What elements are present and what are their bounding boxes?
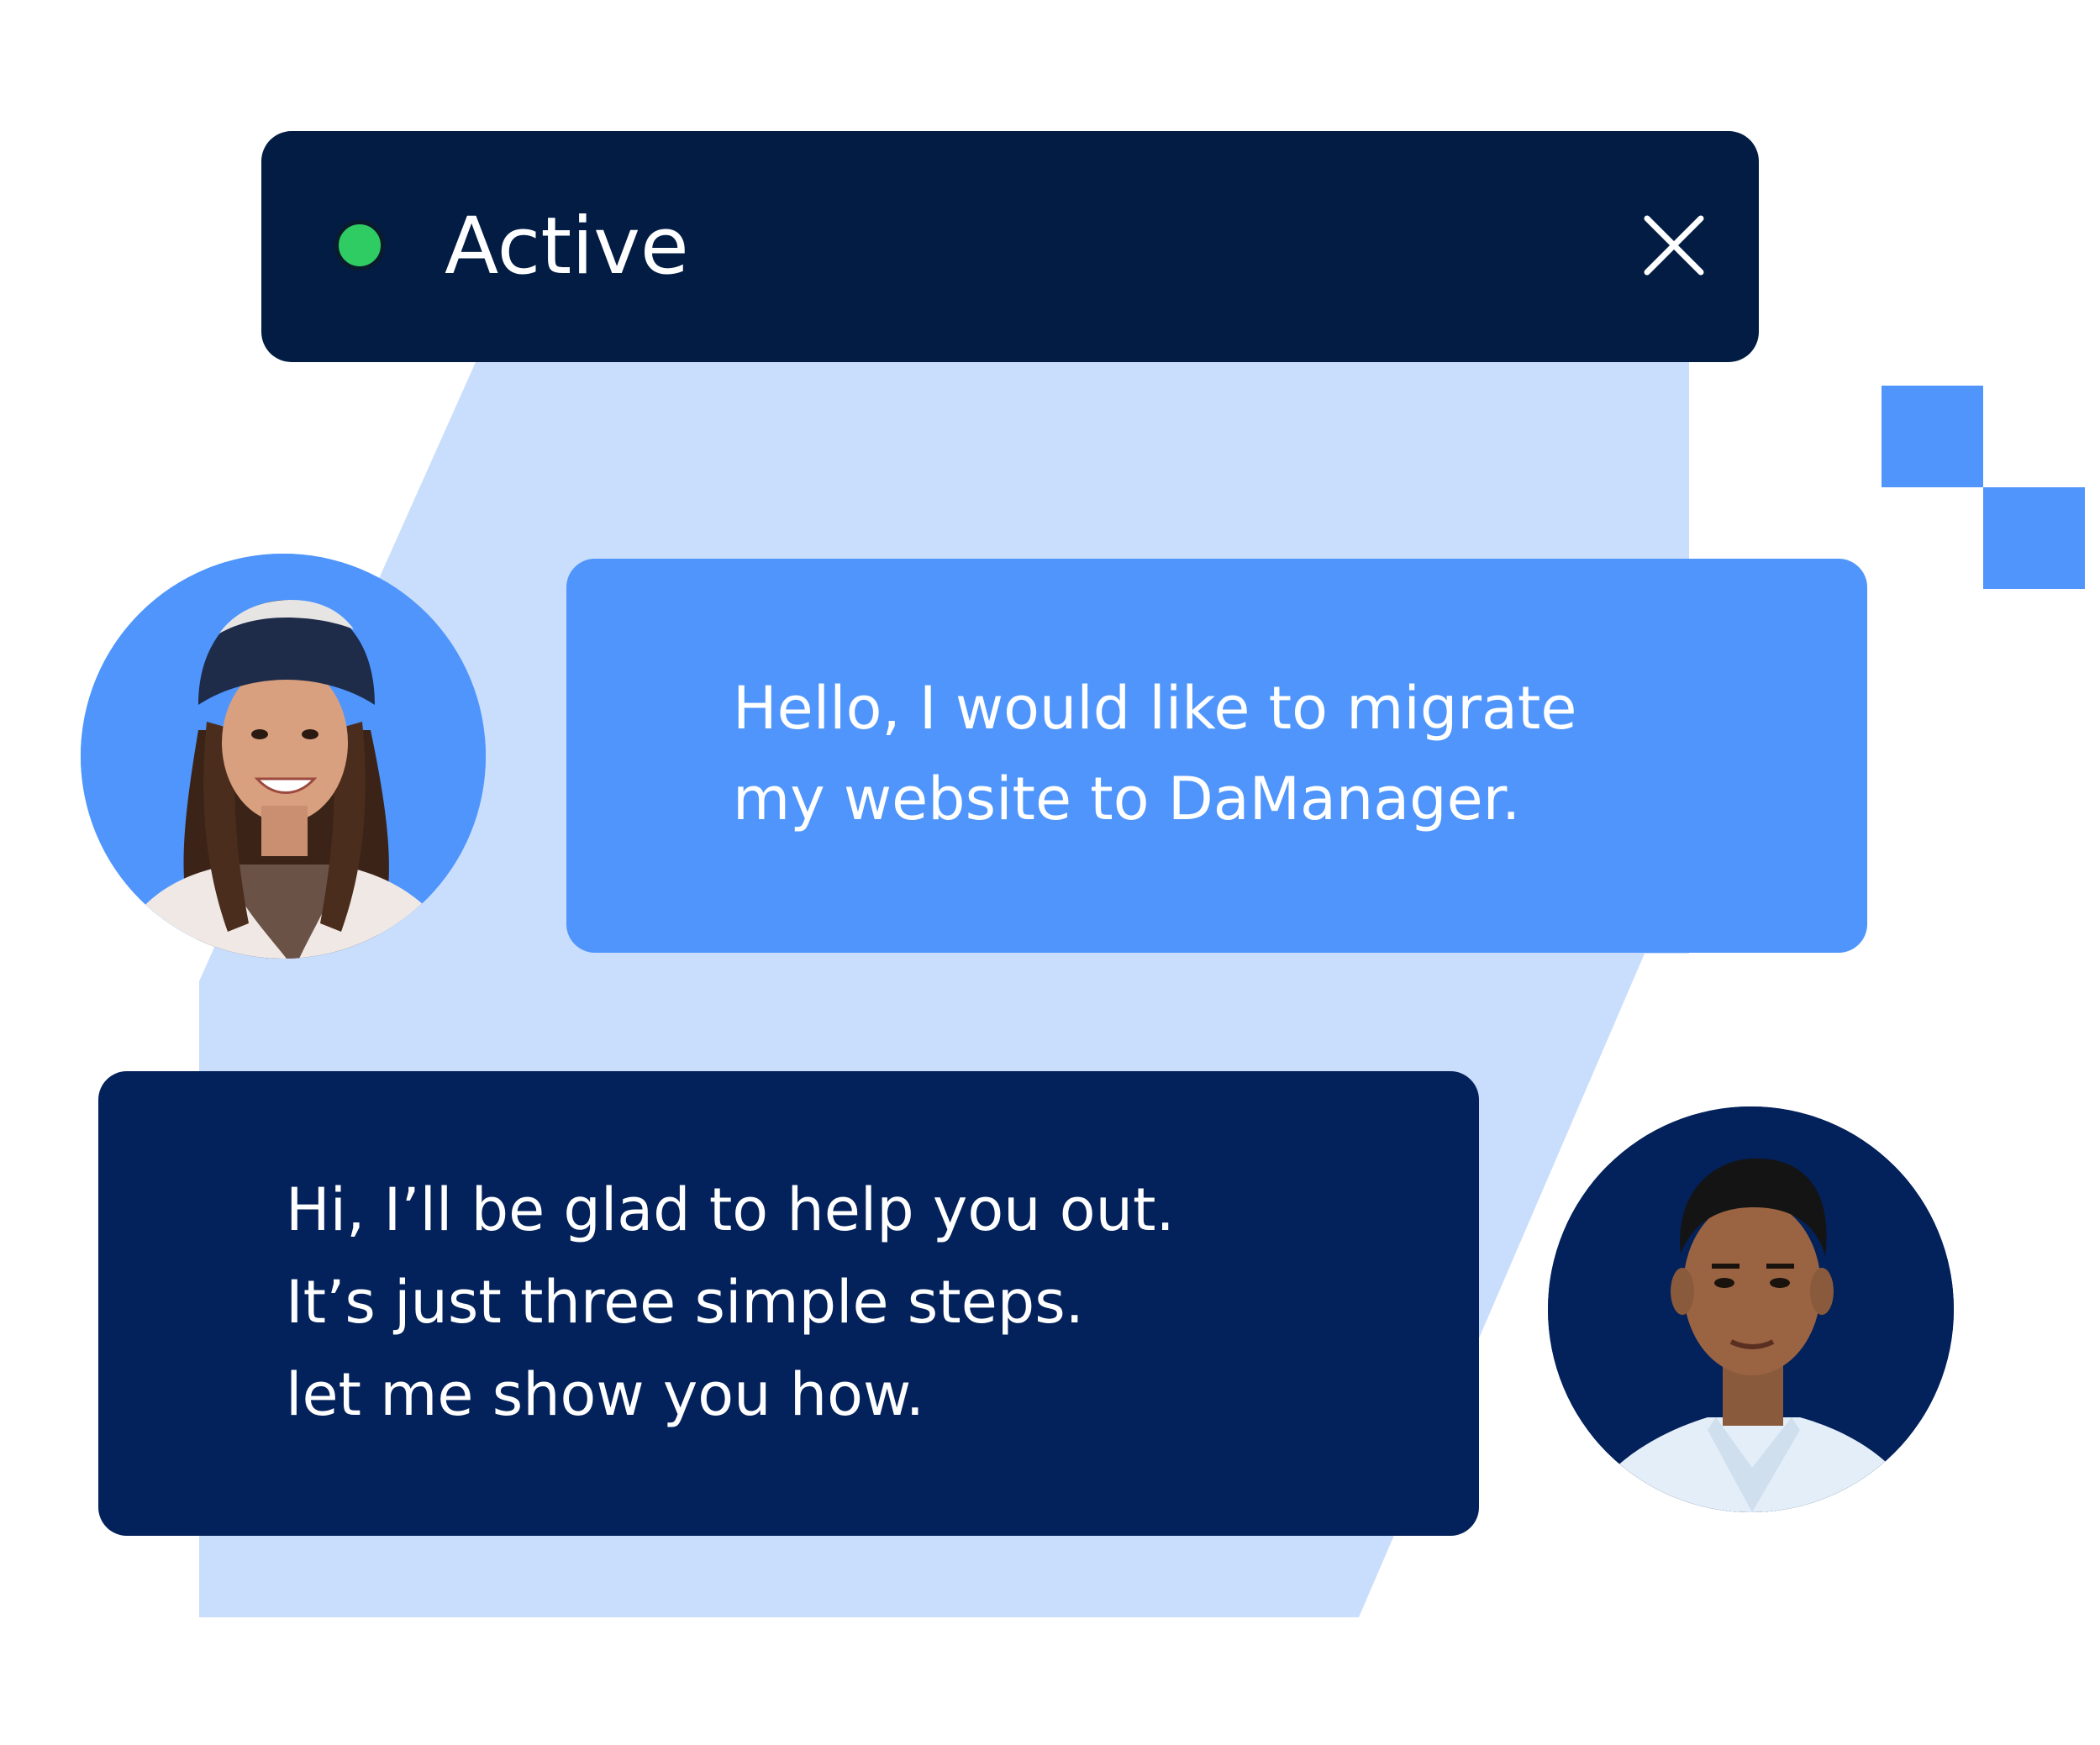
user-message-text: Hello, I would like to migrate my websit… xyxy=(733,663,1576,844)
chat-header: Active xyxy=(261,131,1759,362)
status-dot-icon xyxy=(334,220,385,271)
decorative-pixel xyxy=(1983,487,2085,589)
close-button[interactable] xyxy=(1640,212,1708,279)
message-line: let me show you how. xyxy=(286,1360,925,1429)
user-message-bubble: Hello, I would like to migrate my websit… xyxy=(566,559,1867,953)
message-line: Hi, I’ll be glad to help you out. xyxy=(286,1175,1175,1244)
status-label: Active xyxy=(445,201,689,292)
decorative-pixel xyxy=(1882,386,1983,487)
agent-avatar xyxy=(1548,1106,1954,1512)
user-avatar xyxy=(81,554,486,959)
message-line: It’s just three simple steps. xyxy=(286,1268,1084,1337)
message-line: Hello, I would like to migrate xyxy=(733,674,1577,743)
message-line: my website to DaManager. xyxy=(733,765,1521,833)
agent-message-text: Hi, I’ll be glad to help you out. It’s j… xyxy=(286,1164,1175,1441)
agent-message-bubble: Hi, I’ll be glad to help you out. It’s j… xyxy=(98,1071,1479,1536)
close-icon xyxy=(1644,215,1704,276)
